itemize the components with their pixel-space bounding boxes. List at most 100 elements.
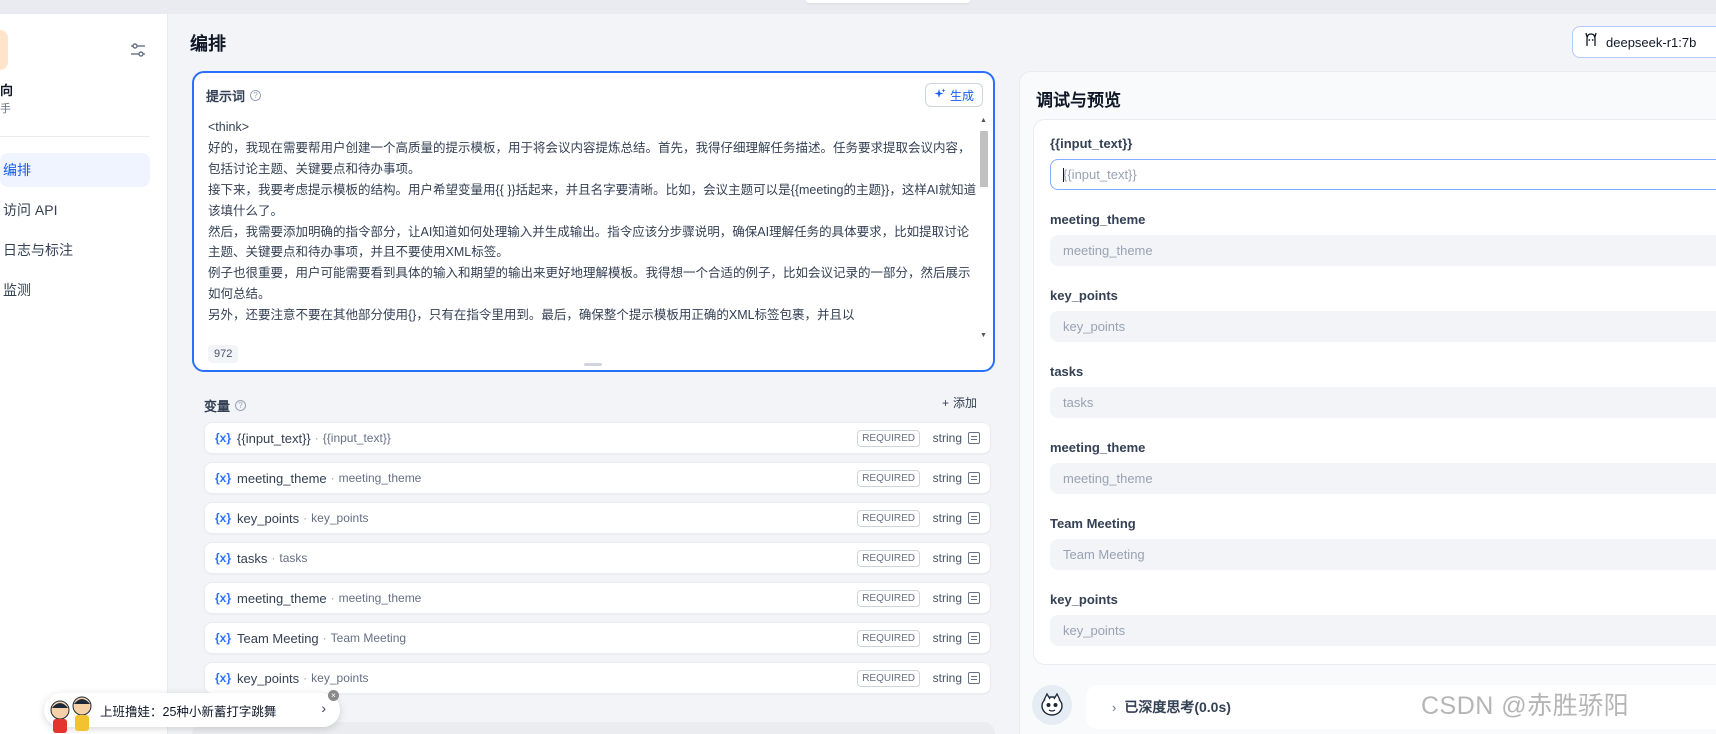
question-circle-icon[interactable]: ?: [235, 400, 247, 411]
toast-text: 上班撸娃：25种小新蓄打字跳舞: [100, 704, 277, 719]
edit-field-icon[interactable]: [968, 632, 980, 644]
prompt-line: <think>: [208, 120, 250, 134]
prompt-scrollbar[interactable]: ▲ ▼: [979, 117, 989, 339]
variable-row[interactable]: {x} tasks · tasks REQUIRED string: [204, 542, 991, 574]
scroll-down-icon[interactable]: ▼: [980, 332, 987, 339]
add-variable-button[interactable]: + 添加: [942, 394, 977, 411]
separator: ·: [314, 431, 319, 445]
prompt-title: 提示词: [206, 89, 246, 104]
field-label: {{input_text}}: [1050, 136, 1133, 151]
variable-type: string: [932, 511, 962, 525]
variable-braces-icon: {x}: [215, 511, 232, 525]
debug-title: 调试与预览: [1036, 91, 1121, 110]
scroll-up-icon[interactable]: ▲: [980, 117, 987, 124]
llama-icon: [1583, 32, 1599, 53]
variable-key: tasks: [237, 550, 268, 566]
field-label: tasks: [1050, 364, 1084, 379]
edit-field-icon[interactable]: [968, 432, 980, 444]
required-badge: REQUIRED: [857, 630, 920, 647]
variable-row[interactable]: {x} key_points · key_points REQUIRED str…: [204, 502, 991, 534]
sidebar-item-orchestrate[interactable]: 编排: [0, 153, 150, 187]
character-count: 972: [208, 345, 239, 363]
required-badge: REQUIRED: [857, 510, 920, 527]
question-circle-icon[interactable]: ?: [250, 90, 262, 101]
edit-field-icon[interactable]: [968, 672, 980, 684]
variable-key: {{input_text}}: [237, 430, 311, 446]
required-badge: REQUIRED: [857, 590, 920, 607]
variable-type: string: [932, 551, 962, 565]
variable-braces-icon: {x}: [215, 551, 232, 565]
required-badge: REQUIRED: [857, 470, 920, 487]
model-selector[interactable]: deepseek-r1:7b: [1572, 26, 1716, 58]
required-badge: REQUIRED: [857, 550, 920, 567]
variable-key: meeting_theme: [237, 590, 327, 606]
prompt-line: 另外，还要注意不要在其他部分使用{}，只有在指令里用到。最后，确保整个提示模板用…: [208, 308, 855, 323]
edit-field-icon[interactable]: [968, 512, 980, 524]
edit-field-icon[interactable]: [968, 592, 980, 604]
separator: ·: [271, 551, 276, 565]
debug-preview-panel: 调试与预览 {{input_text}} {{input_text}} meet…: [1019, 71, 1716, 734]
variable-key: key_points: [237, 510, 300, 526]
app-description: 手: [0, 103, 11, 115]
variable-inputs-card: {{input_text}} {{input_text}} meeting_th…: [1033, 119, 1716, 665]
input-text-field[interactable]: {{input_text}}: [1050, 159, 1716, 190]
sliders-icon[interactable]: [128, 40, 148, 60]
prompt-editor[interactable]: <think> 好的，我现在需要帮用户创建一个高质量的提示模板，用于将会议内容提…: [206, 117, 978, 341]
variable-row[interactable]: {x} {{input_text}} · {{input_text}} REQU…: [204, 422, 991, 454]
variable-braces-icon: {x}: [215, 631, 232, 645]
prompt-line: 接下来，我要考虑提示模板的结构。用户希望变量用{{ }}括起来，并且名字要清晰。…: [208, 182, 977, 218]
thinking-toggle[interactable]: › 已深度思考(0.0s): [1112, 697, 1231, 717]
variable-label: key_points: [311, 511, 369, 525]
key-points-field[interactable]: key_points: [1050, 311, 1716, 342]
page-title: 编排: [190, 34, 226, 54]
variable-label: Team Meeting: [330, 631, 407, 645]
variable-type: string: [932, 671, 962, 685]
variable-type: string: [932, 591, 962, 605]
variable-row[interactable]: {x} key_points · key_points REQUIRED str…: [204, 662, 991, 694]
variable-type: string: [932, 431, 962, 445]
prompt-line: 例子也很重要，用户可能需要看到具体的输入和期望的输出来更好地理解模板。我得想一个…: [208, 266, 971, 302]
separator: ·: [330, 471, 335, 485]
variable-row[interactable]: {x} meeting_theme · meeting_theme REQUIR…: [204, 462, 991, 494]
edit-field-icon[interactable]: [968, 472, 980, 484]
variable-key: meeting_theme: [237, 470, 327, 486]
separator: ·: [303, 671, 308, 685]
variable-braces-icon: {x}: [215, 471, 232, 485]
variable-type: string: [932, 471, 962, 485]
field-label: meeting_theme: [1050, 212, 1146, 227]
variable-key: Team Meeting: [237, 630, 319, 646]
meeting-theme-field[interactable]: meeting_theme: [1050, 235, 1716, 266]
app-name: 向: [0, 83, 14, 98]
variable-row[interactable]: {x} meeting_theme · meeting_theme REQUIR…: [204, 582, 991, 614]
top-center-tab[interactable]: [806, 0, 970, 3]
thinking-label: 已深度思考(0.0s): [1124, 699, 1231, 715]
variable-row[interactable]: {x} Team Meeting · Team Meeting REQUIRED…: [204, 622, 991, 654]
prompt-header: 提示词 ?: [206, 86, 262, 105]
generate-label: 生成: [949, 88, 974, 103]
cartoon-kids-icon: [46, 694, 100, 734]
generate-button[interactable]: 生成: [924, 83, 983, 107]
close-icon[interactable]: ×: [328, 690, 339, 701]
meeting-theme-field[interactable]: meeting_theme: [1050, 463, 1716, 494]
sidebar-item-api-access[interactable]: 访问 API: [0, 193, 150, 227]
variable-label: {{input_text}}: [322, 431, 391, 445]
tasks-field[interactable]: tasks: [1050, 387, 1716, 418]
separator: ·: [303, 511, 308, 525]
required-badge: REQUIRED: [857, 670, 920, 687]
field-label: meeting_theme: [1050, 440, 1146, 455]
key-points-field[interactable]: key_points: [1050, 615, 1716, 646]
sidebar-item-logs[interactable]: 日志与标注: [0, 233, 150, 267]
variable-label: tasks: [279, 551, 308, 565]
chevron-right-icon: ›: [321, 700, 326, 716]
sidebar-item-monitoring[interactable]: 监测: [0, 273, 150, 307]
sidebar: 向 手 编排 访问 API 日志与标注 监测: [0, 14, 168, 734]
add-label: 添加: [952, 396, 977, 410]
variable-label: key_points: [311, 671, 369, 685]
team-meeting-field[interactable]: Team Meeting: [1050, 539, 1716, 570]
separator: ·: [330, 591, 335, 605]
field-label: key_points: [1050, 288, 1118, 303]
edit-field-icon[interactable]: [968, 552, 980, 564]
scroll-thumb[interactable]: [980, 131, 988, 187]
variable-label: meeting_theme: [338, 471, 422, 485]
resize-handle[interactable]: [584, 363, 602, 366]
